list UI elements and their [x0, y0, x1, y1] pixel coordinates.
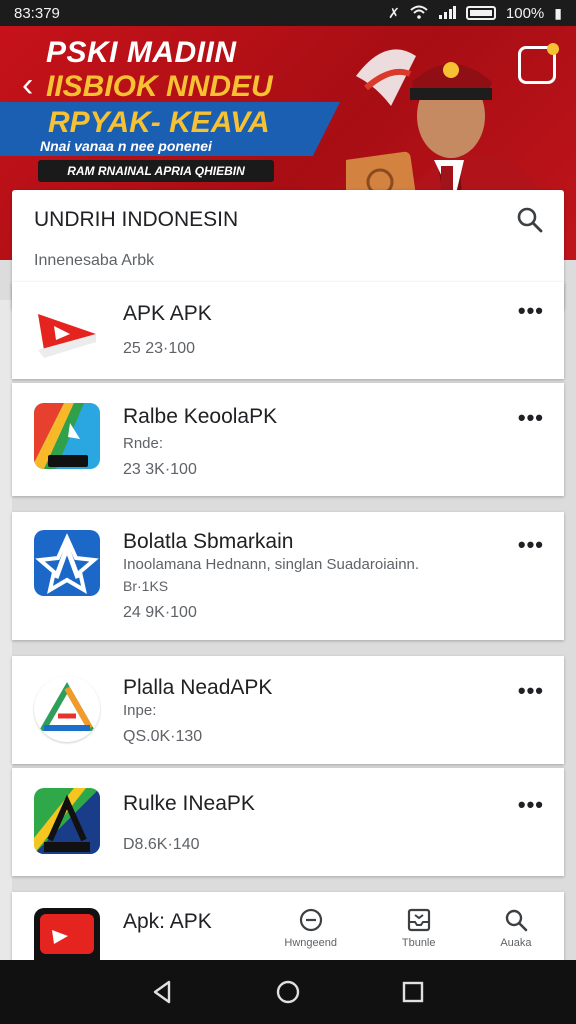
signal-icon	[438, 5, 456, 22]
page-subtitle: Innenesaba Arbk	[34, 252, 155, 269]
app-meta: D8.6K·140	[123, 836, 200, 853]
mute-icon: ✗	[388, 4, 400, 21]
search-icon[interactable]	[516, 206, 544, 234]
app-name: APK APK	[123, 302, 212, 325]
app-icon	[34, 788, 100, 854]
banner-line-4: Nnai vanaa n nee ponenei	[40, 138, 212, 154]
app-meta: 23 3K·100	[123, 461, 197, 478]
battery-icon	[465, 6, 496, 20]
wifi-icon	[410, 5, 428, 22]
more-icon[interactable]: •••	[518, 407, 544, 429]
share-button[interactable]	[518, 43, 559, 84]
banner-pill: RAM RNAINAL APRIA QHIEBIN	[38, 160, 274, 182]
list-item[interactable]: APK APK 25 23·100 •••	[12, 282, 564, 379]
search-icon	[505, 909, 528, 932]
nav-label: Tbunle	[401, 937, 436, 949]
list-item[interactable]: Plalla NeadAPK Inpe: QS.0K·130 •••	[12, 656, 564, 764]
battery-small-icon: ▮	[554, 4, 562, 21]
background-strip	[0, 300, 12, 960]
app-name: Apk: APK	[123, 910, 212, 933]
app-desc-secondary: Br·1KS	[123, 578, 169, 594]
tray-icon	[407, 908, 430, 932]
app-meta: 24 9K·100	[123, 604, 197, 621]
page-title: UNDRIH INDONESIN	[34, 208, 239, 231]
list-item[interactable]: Ralbe KeoolaPK Rnde: 23 3K·100 •••	[12, 383, 564, 496]
app-name: Ralbe KeoolaPK	[123, 405, 278, 428]
nav-label: Auaka	[500, 937, 532, 949]
back-button[interactable]: ‹	[22, 68, 33, 102]
app-icon	[34, 676, 100, 742]
status-icons: ✗ 100% ▮	[388, 5, 562, 22]
status-time: 83:379	[14, 4, 60, 22]
bottom-nav: Hwngeend Tbunle Auaka	[252, 896, 564, 960]
back-triangle-icon[interactable]	[149, 978, 177, 1006]
app-desc: Inpe:	[123, 702, 157, 719]
app-meta: QS.0K·130	[123, 728, 203, 745]
list-item[interactable]: Rulke INeaPK D8.6K·140 •••	[12, 768, 564, 876]
app-meta: 25 23·100	[123, 340, 196, 357]
app-name: Bolatla Sbmarkain	[123, 530, 294, 553]
app-desc: Rnde:	[123, 435, 164, 452]
more-icon[interactable]: •••	[518, 680, 544, 702]
more-icon[interactable]: •••	[518, 300, 544, 322]
list-item[interactable]: Bolatla Sbmarkain Inoolamana Hednann, si…	[12, 512, 564, 640]
more-icon[interactable]: •••	[518, 534, 544, 556]
app-icon	[34, 908, 100, 960]
nav-item-library[interactable]: Tbunle	[402, 907, 436, 949]
app-name: Plalla NeadAPK	[123, 676, 273, 699]
banner-line-2: IISBIOK NNDEU	[46, 70, 273, 103]
app-desc: Inoolamana Hednann, singlan Suadaroiainn…	[123, 556, 420, 573]
nav-item-home[interactable]: Hwngeend	[284, 907, 337, 949]
app-icon	[34, 530, 100, 596]
app-name: Rulke INeaPK	[123, 792, 255, 815]
status-bar: 83:379 ✗ 100% ▮	[0, 0, 576, 26]
minus-circle-icon	[299, 908, 322, 932]
banner-line-3: RPYAK- KEAVA	[48, 106, 270, 139]
app-icon	[34, 403, 100, 469]
banner-line-1: PSKI MADIIN	[46, 36, 237, 69]
system-nav-bar	[0, 960, 576, 1024]
nav-label: Hwngeend	[284, 937, 338, 949]
nav-item-search[interactable]: Auaka	[500, 907, 532, 949]
recents-square-icon[interactable]	[399, 978, 427, 1006]
more-icon[interactable]: •••	[518, 794, 544, 816]
home-circle-icon[interactable]	[274, 978, 302, 1006]
app-icon	[34, 296, 100, 362]
battery-percent: 100%	[505, 4, 545, 22]
